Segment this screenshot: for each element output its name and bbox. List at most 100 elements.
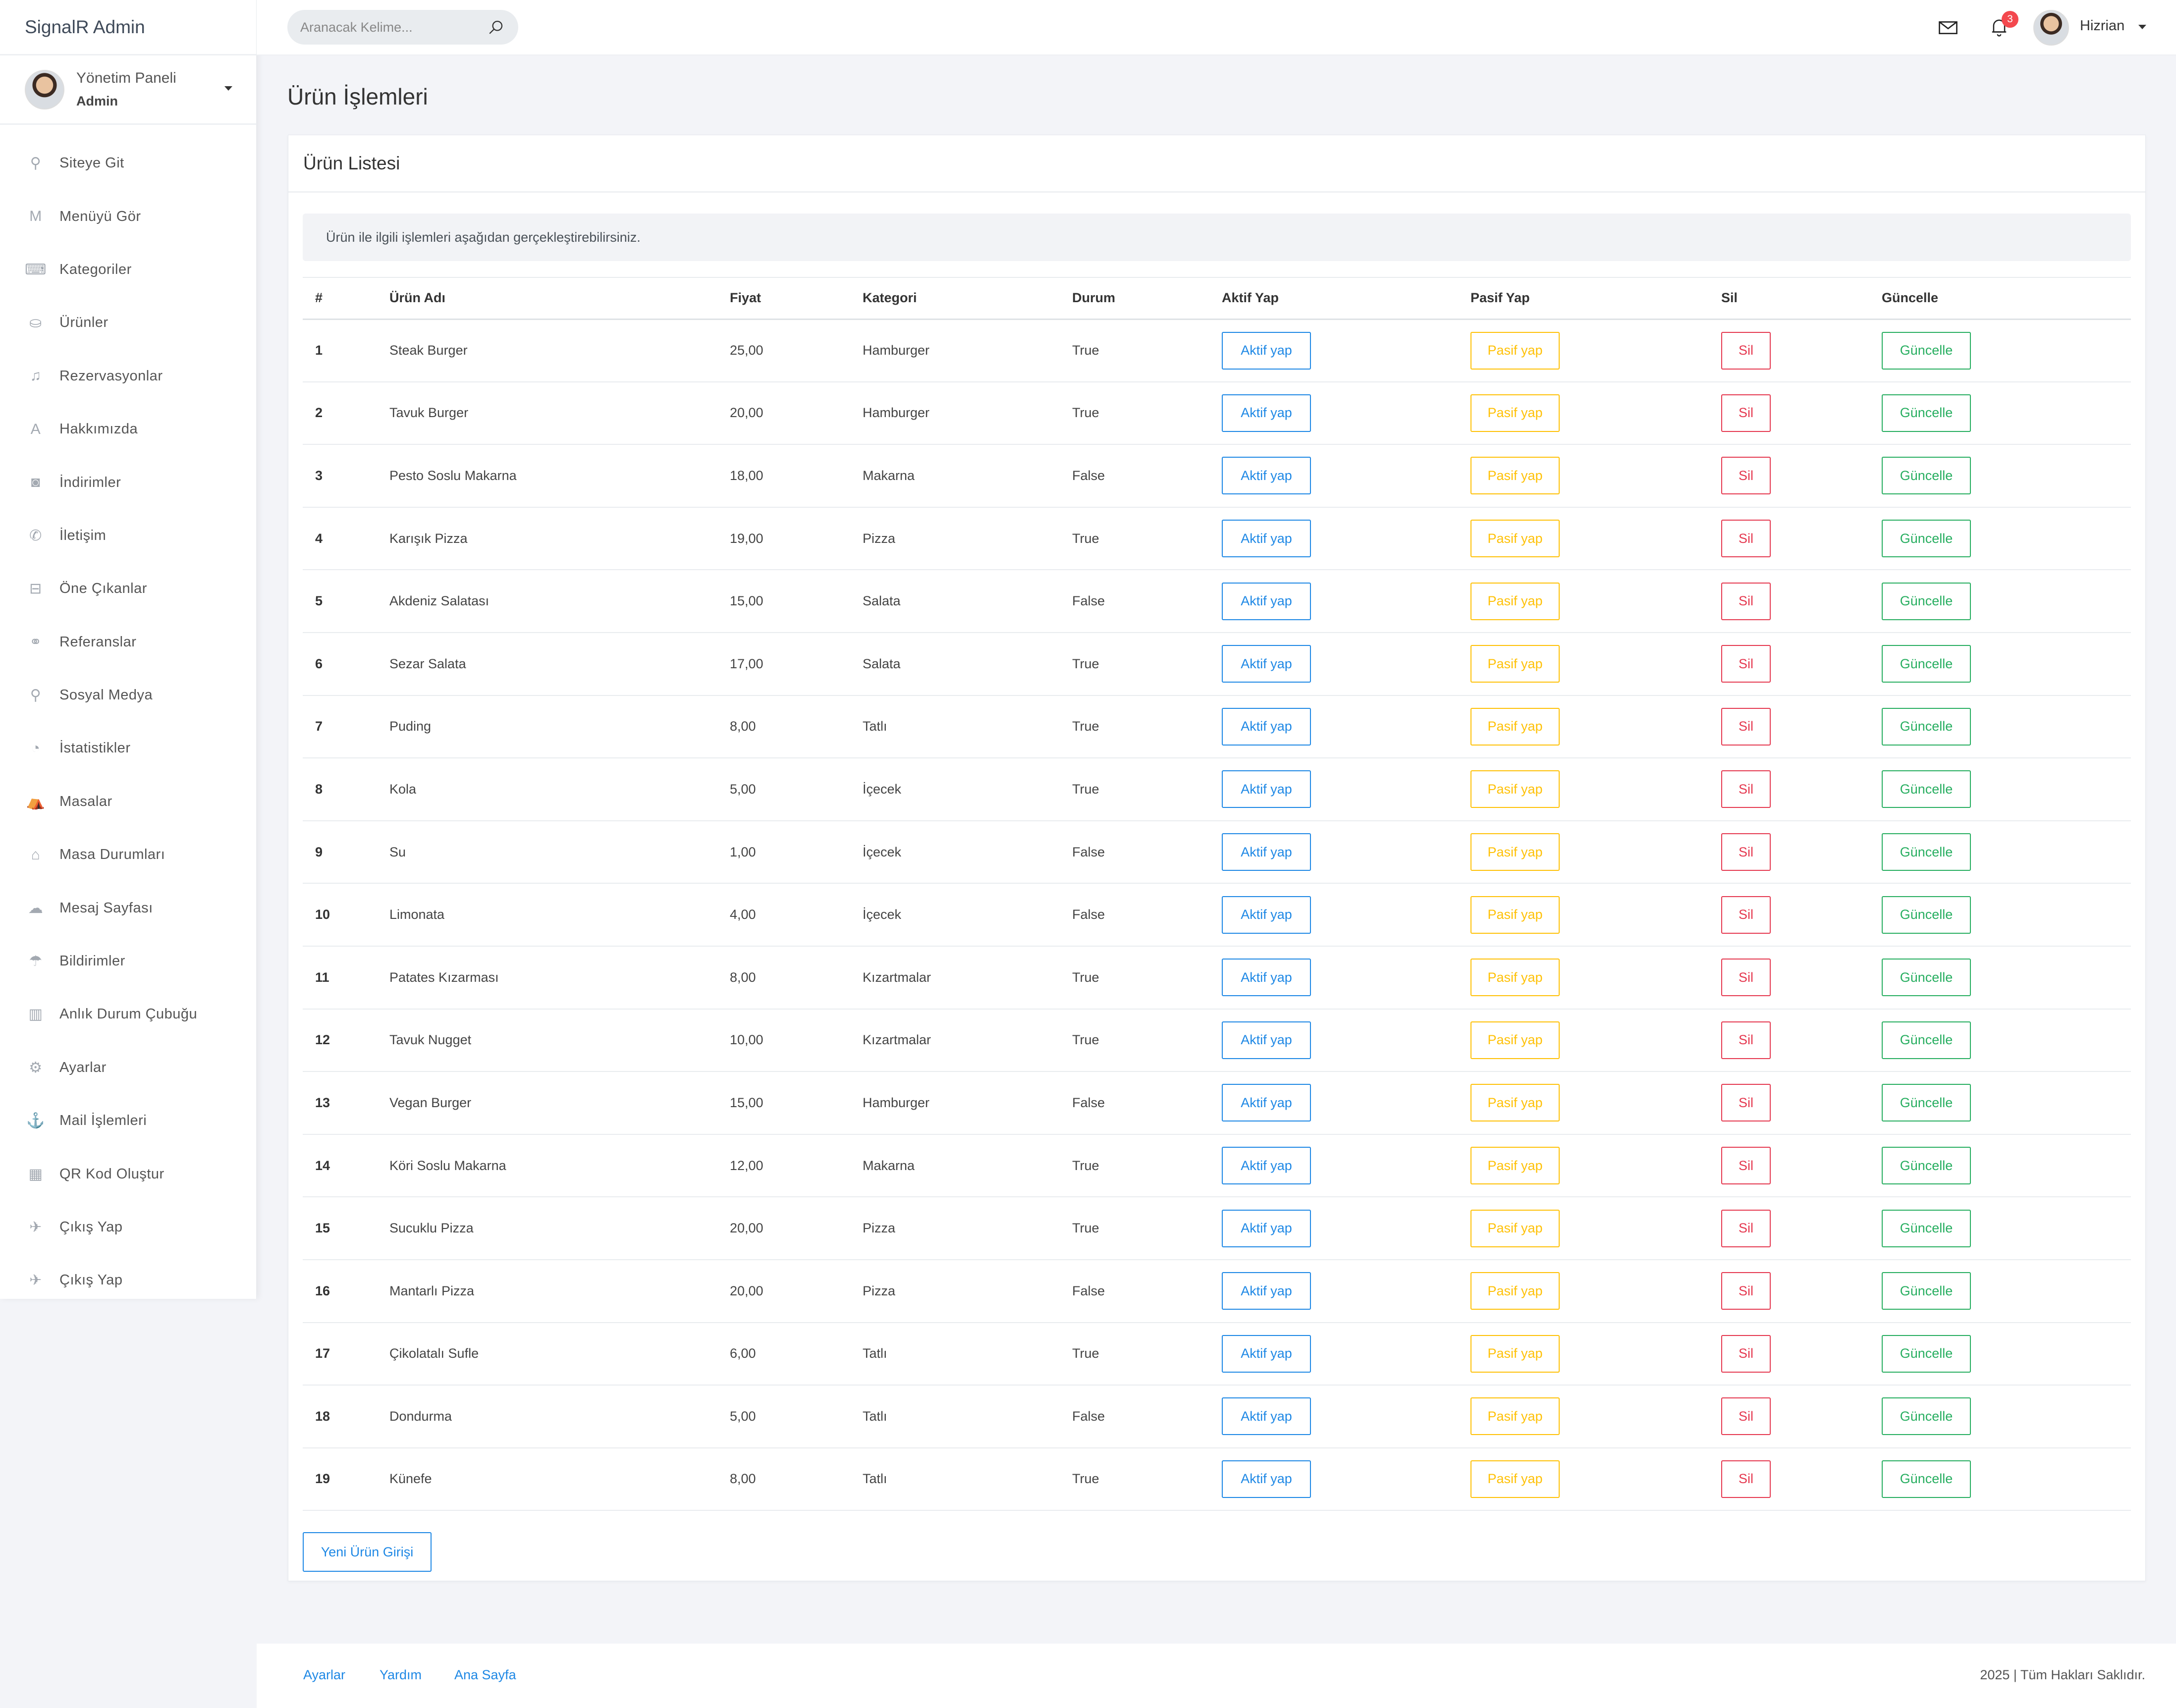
delete-button[interactable]: Sil [1721,645,1771,683]
update-button[interactable]: Güncelle [1882,1272,1971,1310]
deactivate-button[interactable]: Pasif yap [1470,582,1560,620]
delete-button[interactable]: Sil [1721,770,1771,808]
deactivate-button[interactable]: Pasif yap [1470,645,1560,683]
delete-button[interactable]: Sil [1721,1147,1771,1185]
update-button[interactable]: Güncelle [1882,331,1971,370]
deactivate-button[interactable]: Pasif yap [1470,1084,1560,1122]
footer-link-help[interactable]: Yardım [380,1667,422,1683]
deactivate-button[interactable]: Pasif yap [1470,896,1560,934]
sidebar-item-14[interactable]: ☁ Mesaj Sayfası [0,881,256,934]
username[interactable]: Hizrian [2080,18,2124,34]
delete-button[interactable]: Sil [1721,1397,1771,1436]
activate-button[interactable]: Aktif yap [1222,582,1311,620]
update-button[interactable]: Güncelle [1882,457,1971,495]
activate-button[interactable]: Aktif yap [1222,520,1311,558]
update-button[interactable]: Güncelle [1882,520,1971,558]
delete-button[interactable]: Sil [1721,896,1771,934]
activate-button[interactable]: Aktif yap [1222,896,1311,934]
delete-button[interactable]: Sil [1721,1272,1771,1310]
delete-button[interactable]: Sil [1721,331,1771,370]
delete-button[interactable]: Sil [1721,1209,1771,1247]
sidebar-item-10[interactable]: ⚲ Sosyal Medya [0,669,256,722]
deactivate-button[interactable]: Pasif yap [1470,959,1560,997]
delete-button[interactable]: Sil [1721,582,1771,620]
sidebar-item-13[interactable]: ⌂ Masa Durumları [0,828,256,881]
deactivate-button[interactable]: Pasif yap [1470,1147,1560,1185]
brand-logo[interactable]: SignalR Admin [0,0,256,55]
sidebar-item-5[interactable]: A Hakkımızda [0,403,256,456]
sidebar-profile[interactable]: Yönetim Paneli Admin [0,55,256,125]
activate-button[interactable]: Aktif yap [1222,770,1311,808]
search-input[interactable]: Aranacak Kelime... [287,10,518,45]
delete-button[interactable]: Sil [1721,833,1771,871]
delete-button[interactable]: Sil [1721,394,1771,432]
deactivate-button[interactable]: Pasif yap [1470,707,1560,746]
delete-button[interactable]: Sil [1721,1460,1771,1498]
delete-button[interactable]: Sil [1721,707,1771,746]
deactivate-button[interactable]: Pasif yap [1470,331,1560,370]
footer-link-home[interactable]: Ana Sayfa [454,1667,516,1683]
update-button[interactable]: Güncelle [1882,707,1971,746]
sidebar-item-4[interactable]: ♫ Rezervasyonlar [0,350,256,403]
activate-button[interactable]: Aktif yap [1222,1334,1311,1373]
delete-button[interactable]: Sil [1721,1334,1771,1373]
deactivate-button[interactable]: Pasif yap [1470,1272,1560,1310]
update-button[interactable]: Güncelle [1882,1397,1971,1436]
user-avatar[interactable] [2033,10,2069,46]
update-button[interactable]: Güncelle [1882,1334,1971,1373]
update-button[interactable]: Güncelle [1882,1021,1971,1059]
new-product-button[interactable]: Yeni Ürün Girişi [303,1532,432,1572]
activate-button[interactable]: Aktif yap [1222,959,1311,997]
sidebar-item-17[interactable]: ⚙ Ayarlar [0,1041,256,1094]
deactivate-button[interactable]: Pasif yap [1470,1460,1560,1498]
mail-icon[interactable] [1938,20,1958,36]
sidebar-item-15[interactable]: ☂ Bildirimler [0,935,256,988]
activate-button[interactable]: Aktif yap [1222,457,1311,495]
sidebar-item-3[interactable]: ⛀ Ürünler [0,296,256,349]
activate-button[interactable]: Aktif yap [1222,1084,1311,1122]
deactivate-button[interactable]: Pasif yap [1470,770,1560,808]
update-button[interactable]: Güncelle [1882,394,1971,432]
deactivate-button[interactable]: Pasif yap [1470,394,1560,432]
deactivate-button[interactable]: Pasif yap [1470,833,1560,871]
activate-button[interactable]: Aktif yap [1222,1272,1311,1310]
activate-button[interactable]: Aktif yap [1222,1460,1311,1498]
sidebar-item-8[interactable]: ⊟ Öne Çıkanlar [0,562,256,615]
search-icon[interactable] [488,19,504,36]
deactivate-button[interactable]: Pasif yap [1470,520,1560,558]
chevron-down-icon[interactable] [2138,25,2146,29]
activate-button[interactable]: Aktif yap [1222,1021,1311,1059]
activate-button[interactable]: Aktif yap [1222,1397,1311,1436]
sidebar-item-2[interactable]: ⌨ Kategoriler [0,243,256,296]
deactivate-button[interactable]: Pasif yap [1470,1209,1560,1247]
activate-button[interactable]: Aktif yap [1222,707,1311,746]
update-button[interactable]: Güncelle [1882,1460,1971,1498]
update-button[interactable]: Güncelle [1882,833,1971,871]
sidebar-item-20[interactable]: ✈ Çıkış Yap [0,1201,256,1254]
update-button[interactable]: Güncelle [1882,959,1971,997]
delete-button[interactable]: Sil [1721,1021,1771,1059]
deactivate-button[interactable]: Pasif yap [1470,1397,1560,1436]
sidebar-item-21[interactable]: ✈ Çıkış Yap [0,1254,256,1307]
update-button[interactable]: Güncelle [1882,645,1971,683]
activate-button[interactable]: Aktif yap [1222,394,1311,432]
activate-button[interactable]: Aktif yap [1222,331,1311,370]
sidebar-item-7[interactable]: ✆ İletişim [0,509,256,562]
update-button[interactable]: Güncelle [1882,770,1971,808]
deactivate-button[interactable]: Pasif yap [1470,1334,1560,1373]
sidebar-item-11[interactable]: ◔ İstatistikler [0,722,256,775]
activate-button[interactable]: Aktif yap [1222,1147,1311,1185]
update-button[interactable]: Güncelle [1882,1147,1971,1185]
update-button[interactable]: Güncelle [1882,582,1971,620]
activate-button[interactable]: Aktif yap [1222,1209,1311,1247]
sidebar-item-1[interactable]: M Menüyü Gör [0,190,256,243]
deactivate-button[interactable]: Pasif yap [1470,1021,1560,1059]
activate-button[interactable]: Aktif yap [1222,645,1311,683]
sidebar-item-9[interactable]: ⚭ Referanslar [0,616,256,669]
delete-button[interactable]: Sil [1721,520,1771,558]
delete-button[interactable]: Sil [1721,457,1771,495]
sidebar-item-6[interactable]: ◙ İndirimler [0,456,256,509]
delete-button[interactable]: Sil [1721,1084,1771,1122]
sidebar-item-16[interactable]: ▥ Anlık Durum Çubuğu [0,988,256,1041]
activate-button[interactable]: Aktif yap [1222,833,1311,871]
